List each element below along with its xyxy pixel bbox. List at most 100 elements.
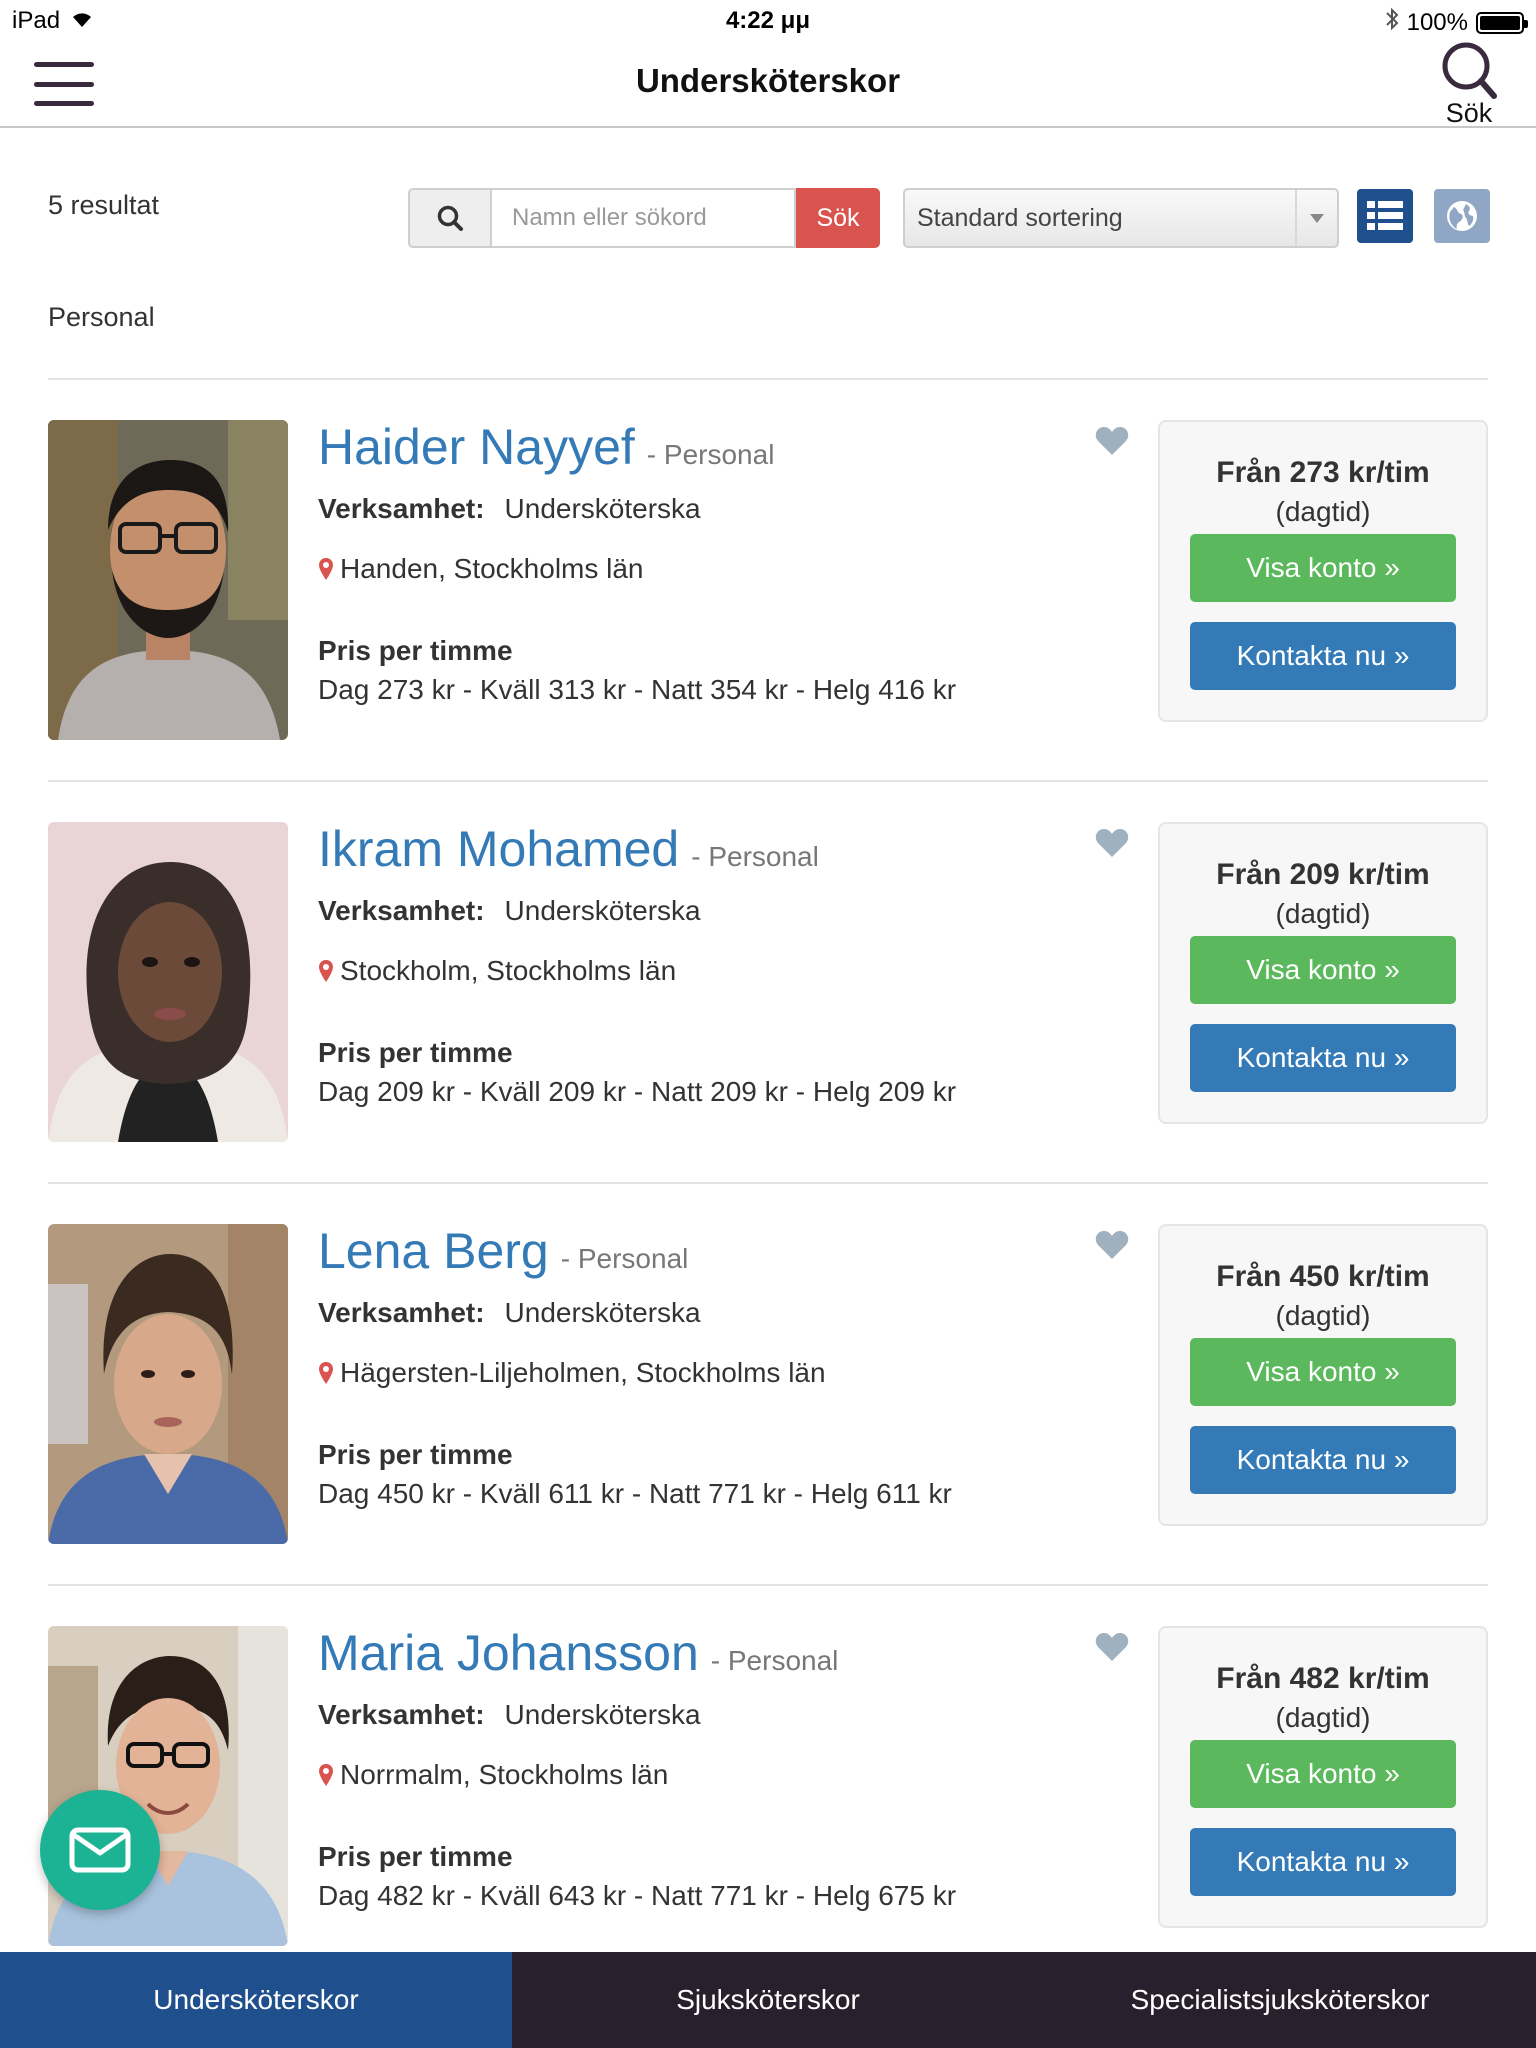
role-tag: - Personal bbox=[560, 1243, 689, 1274]
status-bar: iPad 4:22 μμ 100% bbox=[0, 0, 1536, 40]
map-pin-icon bbox=[319, 558, 333, 580]
globe-icon bbox=[1447, 201, 1477, 231]
location-row: Stockholm, Stockholms län bbox=[318, 955, 676, 987]
business-row: Verksamhet: Undersköterska bbox=[318, 1699, 701, 1731]
person-card: Ikram Mohamed - Personal Verksamhet: Unde… bbox=[0, 780, 1536, 1182]
price-box: Från 450 kr/tim (dagtid) Visa konto » Ko… bbox=[1158, 1224, 1488, 1526]
business-key: Verksamhet: bbox=[318, 895, 485, 926]
from-price: Från 273 kr/tim bbox=[1216, 456, 1430, 489]
contact-button[interactable]: Kontakta nu » bbox=[1190, 1426, 1456, 1494]
battery-percent: 100% bbox=[1406, 8, 1468, 36]
price-box: Från 273 kr/tim (dagtid) Visa konto » Ko… bbox=[1158, 420, 1488, 722]
price-line: Dag 482 kr - Kväll 643 kr - Natt 771 kr … bbox=[318, 1880, 957, 1911]
chevron-down-icon bbox=[1310, 213, 1324, 223]
price-title: Pris per timme bbox=[318, 1439, 513, 1470]
price-line: Dag 450 kr - Kväll 611 kr - Natt 771 kr … bbox=[318, 1478, 952, 1509]
tab-underskoterskor[interactable]: Undersköterskor bbox=[0, 1952, 512, 2048]
mail-fab-button[interactable] bbox=[40, 1790, 160, 1910]
name-row: Maria Johansson - Personal bbox=[318, 1624, 838, 1682]
heart-icon[interactable] bbox=[1095, 1632, 1129, 1667]
person-photo[interactable] bbox=[48, 822, 288, 1142]
person-name-link[interactable]: Maria Johansson bbox=[318, 1624, 699, 1682]
name-row: Lena Berg - Personal bbox=[318, 1222, 688, 1280]
results-count: 5 resultat bbox=[48, 190, 160, 220]
divider bbox=[48, 1584, 1488, 1586]
divider bbox=[48, 1182, 1488, 1184]
sort-dropdown-toggle[interactable] bbox=[1295, 190, 1337, 246]
contact-button[interactable]: Kontakta nu » bbox=[1190, 1024, 1456, 1092]
business-key: Verksamhet: bbox=[318, 1297, 485, 1328]
business-key: Verksamhet: bbox=[318, 1699, 485, 1730]
from-price: Från 450 kr/tim bbox=[1216, 1260, 1430, 1293]
daytime-label: (dagtid) bbox=[1275, 898, 1371, 929]
nav-search-button[interactable]: Sök bbox=[1426, 40, 1512, 128]
list-icon bbox=[1367, 201, 1403, 230]
business-value: Undersköterska bbox=[504, 493, 701, 524]
bluetooth-icon bbox=[1385, 7, 1399, 38]
map-view-button[interactable] bbox=[1434, 189, 1490, 243]
search-input[interactable] bbox=[490, 188, 796, 248]
price-title: Pris per timme bbox=[318, 635, 513, 666]
daytime-label: (dagtid) bbox=[1275, 496, 1371, 527]
name-row: Haider Nayyef - Personal bbox=[318, 418, 774, 476]
nav-search-label: Sök bbox=[1445, 98, 1493, 128]
page-title: Undersköterskor bbox=[635, 62, 901, 99]
business-key: Verksamhet: bbox=[318, 493, 485, 524]
list-view-button[interactable] bbox=[1357, 189, 1413, 243]
search-icon bbox=[437, 205, 463, 231]
heart-icon[interactable] bbox=[1095, 426, 1129, 461]
location-row: Hägersten-Liljeholmen, Stockholms län bbox=[318, 1357, 826, 1389]
price-title: Pris per timme bbox=[318, 1037, 513, 1068]
daytime-label: (dagtid) bbox=[1275, 1300, 1371, 1331]
sort-select[interactable]: Standard sortering bbox=[903, 188, 1339, 248]
price-box: Från 482 kr/tim (dagtid) Visa konto » Ko… bbox=[1158, 1626, 1488, 1928]
person-card: Haider Nayyef - Personal Verksamhet: Unde… bbox=[0, 378, 1536, 780]
price-line: Dag 273 kr - Kväll 313 kr - Natt 354 kr … bbox=[318, 674, 957, 705]
map-pin-icon bbox=[319, 1362, 333, 1384]
price-title: Pris per timme bbox=[318, 1841, 513, 1872]
divider bbox=[48, 780, 1488, 782]
view-account-button[interactable]: Visa konto » bbox=[1190, 534, 1456, 602]
search-submit-button[interactable]: Sök bbox=[796, 188, 880, 248]
role-tag: - Personal bbox=[691, 841, 819, 872]
status-time: 4:22 μμ bbox=[725, 7, 811, 34]
business-value: Undersköterska bbox=[504, 1699, 701, 1730]
person-photo[interactable] bbox=[48, 1224, 288, 1544]
from-price: Från 209 kr/tim bbox=[1216, 858, 1430, 891]
contact-button[interactable]: Kontakta nu » bbox=[1190, 622, 1456, 690]
location-text: Norrmalm, Stockholms län bbox=[340, 1759, 669, 1790]
role-tag: - Personal bbox=[710, 1645, 839, 1676]
person-name-link[interactable]: Lena Berg bbox=[318, 1222, 549, 1280]
price-box: Från 209 kr/tim (dagtid) Visa konto » Ko… bbox=[1158, 822, 1488, 1124]
divider bbox=[48, 378, 1488, 380]
person-photo[interactable] bbox=[48, 420, 288, 740]
business-row: Verksamhet: Undersköterska bbox=[318, 1297, 701, 1329]
search-addon bbox=[408, 188, 490, 248]
daytime-label: (dagtid) bbox=[1275, 1702, 1371, 1733]
contact-button[interactable]: Kontakta nu » bbox=[1190, 1828, 1456, 1896]
search-group: Sök bbox=[408, 188, 880, 248]
from-price: Från 482 kr/tim bbox=[1216, 1662, 1430, 1695]
person-name-link[interactable]: Ikram Mohamed bbox=[318, 820, 679, 878]
business-row: Verksamhet: Undersköterska bbox=[318, 493, 701, 525]
tab-sjukskoterskor[interactable]: Sjuksköterskor bbox=[512, 1952, 1024, 2048]
tab-specialistsjukskoterskor[interactable]: Specialistsjuksköterskor bbox=[1024, 1952, 1536, 2048]
results-list: Haider Nayyef - Personal Verksamhet: Unde… bbox=[0, 378, 1536, 1986]
location-text: Stockholm, Stockholms län bbox=[340, 955, 677, 986]
person-name-link[interactable]: Haider Nayyef bbox=[318, 418, 635, 476]
mail-icon bbox=[69, 1827, 131, 1873]
location-row: Handen, Stockholms län bbox=[318, 553, 644, 585]
bottom-tab-bar: Undersköterskor Sjuksköterskor Specialis… bbox=[0, 1952, 1536, 2048]
person-card: Lena Berg - Personal Verksamhet: Underskö… bbox=[0, 1182, 1536, 1584]
view-account-button[interactable]: Visa konto » bbox=[1190, 1338, 1456, 1406]
battery-icon bbox=[1476, 11, 1528, 34]
heart-icon[interactable] bbox=[1095, 1230, 1129, 1265]
view-account-button[interactable]: Visa konto » bbox=[1190, 936, 1456, 1004]
person-card: Maria Johansson - Personal Verksamhet: Un… bbox=[0, 1584, 1536, 1986]
heart-icon[interactable] bbox=[1095, 828, 1129, 863]
section-label: Personal bbox=[48, 302, 155, 332]
location-row: Norrmalm, Stockholms län bbox=[318, 1759, 668, 1791]
sort-selected-value: Standard sortering bbox=[917, 203, 1123, 232]
view-account-button[interactable]: Visa konto » bbox=[1190, 1740, 1456, 1808]
hamburger-icon[interactable] bbox=[34, 62, 94, 106]
